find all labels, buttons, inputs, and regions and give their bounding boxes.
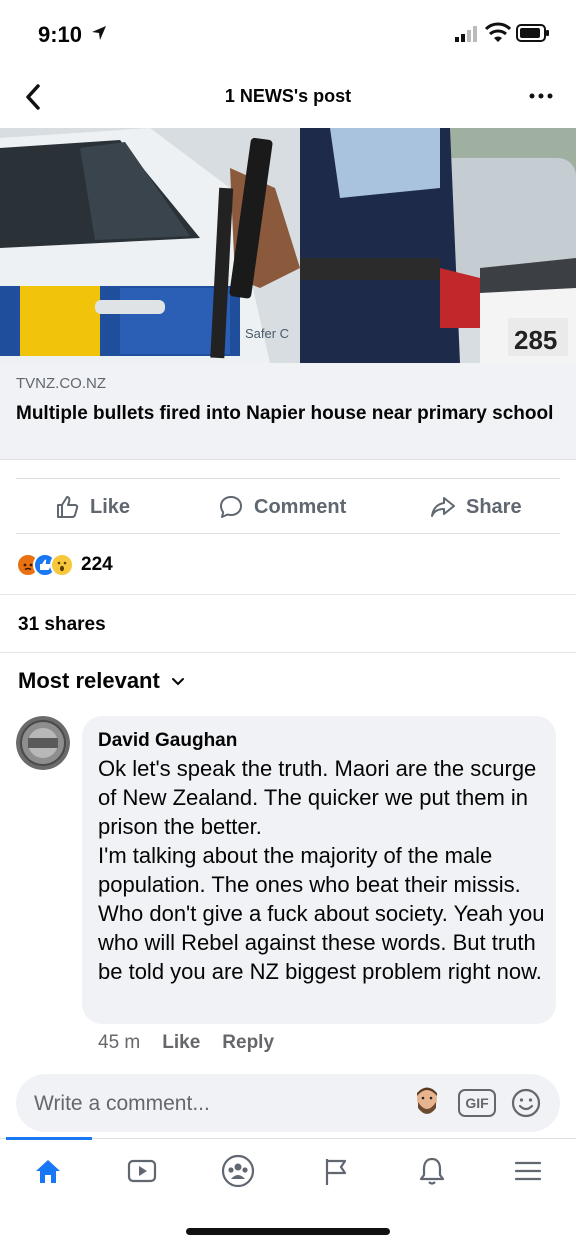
location-arrow-icon: [92, 26, 106, 40]
comment-bubble[interactable]: David Gaughan Ok let's speak the truth. …: [82, 716, 556, 1024]
like-button[interactable]: Like: [54, 479, 130, 535]
divider: [0, 652, 576, 653]
comment-bubble-icon: [220, 496, 242, 518]
link-domain: TVNZ.CO.NZ: [16, 375, 106, 392]
post-header: 1 NEWS's post: [0, 66, 576, 128]
sort-label: Most relevant: [18, 668, 160, 693]
reaction-count: 224: [81, 554, 113, 575]
chevron-down-icon: [171, 678, 184, 686]
groups-icon[interactable]: [218, 1151, 258, 1191]
thumbs-up-icon: [57, 496, 79, 518]
mailbox-number: 285: [514, 325, 557, 355]
video-icon[interactable]: [122, 1151, 162, 1191]
link-caption[interactable]: TVNZ.CO.NZ Multiple bullets fired into N…: [0, 363, 576, 460]
post-actions-bar: Like Comment Share: [16, 478, 560, 534]
shared-link-card[interactable]: Safer C 285 TVNZ.CO.NZ Multiple bullets …: [0, 128, 576, 460]
comment-composer[interactable]: GIF: [16, 1074, 560, 1132]
gif-button[interactable]: GIF: [458, 1089, 496, 1117]
comment-input[interactable]: [34, 1090, 394, 1118]
battery-icon: [516, 24, 549, 42]
active-tab-indicator: [6, 1137, 92, 1140]
reactions-summary[interactable]: 224: [16, 548, 113, 582]
divider: [0, 594, 576, 595]
comment-timestamp: 45 m: [98, 1032, 141, 1053]
comment-meta: 45 m Like Reply: [98, 1032, 274, 1054]
share-button[interactable]: Share: [430, 479, 522, 535]
notifications-bell-icon[interactable]: [412, 1151, 452, 1191]
comment-reply-link[interactable]: Reply: [222, 1032, 274, 1054]
avatar-sticker-icon[interactable]: [412, 1086, 442, 1120]
share-label: Share: [466, 495, 522, 518]
comment-author[interactable]: David Gaughan: [98, 730, 237, 752]
wow-reaction-icon: [50, 553, 74, 577]
shares-count[interactable]: 31 shares: [18, 614, 106, 636]
car-text: Safer C: [245, 326, 289, 341]
home-indicator: [186, 1228, 390, 1235]
link-preview-image[interactable]: Safer C 285: [0, 128, 576, 363]
like-label: Like: [90, 495, 131, 518]
comment-button[interactable]: Comment: [218, 479, 346, 535]
wifi-icon: [485, 22, 511, 42]
more-options-icon[interactable]: [524, 82, 558, 110]
bottom-tab-bar: [0, 1137, 576, 1208]
pages-flag-icon[interactable]: [316, 1151, 356, 1191]
share-arrow-icon: [431, 497, 455, 517]
status-bar: 9:10: [0, 0, 576, 66]
page-title: 1 NEWS's post: [224, 86, 352, 106]
emoji-smiley-icon[interactable]: [510, 1087, 542, 1119]
cellular-signal-icon: [455, 26, 477, 42]
status-time: 9:10: [38, 22, 83, 47]
comment-label: Comment: [254, 495, 347, 518]
menu-icon[interactable]: [508, 1151, 548, 1191]
commenter-avatar[interactable]: [16, 716, 70, 770]
comment-sort-dropdown[interactable]: Most relevant: [18, 668, 186, 694]
home-icon[interactable]: [28, 1151, 68, 1191]
comment-like-link[interactable]: Like: [162, 1032, 200, 1054]
link-title[interactable]: Multiple bullets fired into Napier house…: [16, 401, 556, 427]
comment-text: Ok let's speak the truth. Maori are the …: [98, 756, 545, 984]
